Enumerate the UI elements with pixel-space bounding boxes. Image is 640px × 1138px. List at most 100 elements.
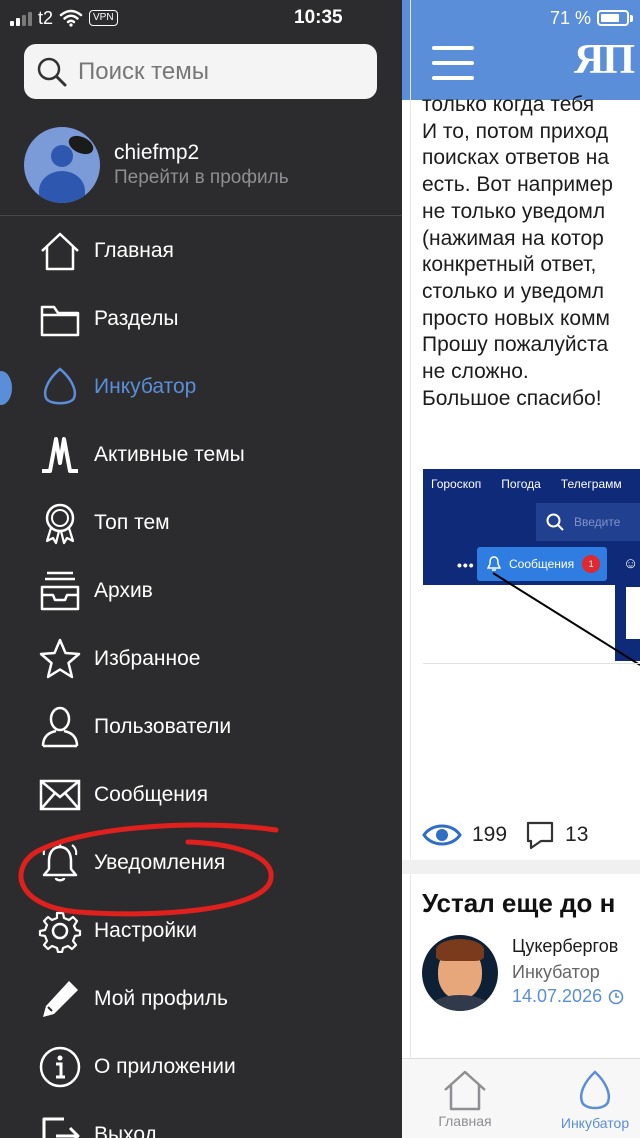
menu-item-label: Уведомления <box>94 851 226 874</box>
topic-search-field[interactable] <box>24 44 377 99</box>
post-stats: 199 13 <box>422 820 606 850</box>
post-line: Большое спасибо! <box>422 386 602 410</box>
comments-count[interactable]: 13 <box>565 823 588 847</box>
tab-incubator[interactable]: Инкубатор <box>540 1059 640 1138</box>
eye-icon <box>422 824 462 846</box>
award-icon <box>36 499 84 547</box>
post-body: только когда тебя И то, потом приход пои… <box>422 92 640 412</box>
status-bar-right: 71 % <box>550 4 634 32</box>
card-category: Инкубатор <box>512 962 600 982</box>
star-icon <box>36 635 84 683</box>
menu-item-label: Пользователи <box>94 715 232 738</box>
card-date-text: 14.07.2026 <box>512 986 603 1006</box>
embedded-screenshot[interactable]: Гороскоп Погода Телеграмм Введите ••• Со… <box>423 469 640 667</box>
egg-icon <box>36 363 84 411</box>
tab-home[interactable]: Главная <box>420 1059 510 1138</box>
home-icon <box>36 227 84 275</box>
post-line: есть. Вот например <box>422 173 613 197</box>
menu-item-label: Мой профиль <box>94 987 228 1010</box>
menu-item-label: Главная <box>94 239 174 262</box>
drawer-menu: Главная Разделы Инкубатор Активные темы <box>0 217 402 1138</box>
search-input[interactable] <box>78 57 358 86</box>
post-line: поисках ответов на <box>422 146 610 170</box>
carrier-label: t2 <box>38 7 54 28</box>
menu-item-my-profile[interactable]: Мой профиль <box>0 965 402 1033</box>
active-indicator <box>0 371 12 405</box>
menu-item-incubator[interactable]: Инкубатор <box>0 353 402 421</box>
clock-icon <box>608 989 624 1004</box>
arrow-annotation <box>492 572 640 666</box>
menu-item-active-topics[interactable]: Активные темы <box>0 421 402 489</box>
wifi-icon <box>59 9 83 27</box>
post-line: не сложно. <box>422 360 529 384</box>
tab-label: Инкубатор <box>560 1115 630 1131</box>
menu-item-messages[interactable]: Сообщения <box>0 761 402 829</box>
menu-item-logout[interactable]: Выход <box>0 1101 402 1138</box>
gear-icon <box>36 907 84 955</box>
profile-link[interactable]: Перейти в профиль <box>114 166 289 190</box>
comment-icon[interactable] <box>525 820 555 850</box>
archive-icon <box>36 567 84 615</box>
post-line: не только уведомл <box>422 199 606 223</box>
menu-item-home[interactable]: Главная <box>0 217 402 285</box>
post-line: просто новых комм <box>422 306 610 330</box>
author-avatar[interactable] <box>422 935 498 1011</box>
card-title[interactable]: Устал еще до н <box>422 888 615 919</box>
menu-item-users[interactable]: Пользователи <box>0 693 402 761</box>
app-top-bar: 71 % ЯП <box>402 0 640 100</box>
author-name[interactable]: Цукербергов <box>512 936 618 957</box>
post-line: (нажимая на котор <box>422 226 604 250</box>
menu-item-top-topics[interactable]: Топ тем <box>0 489 402 557</box>
menu-item-notifications[interactable]: Уведомления <box>0 829 402 897</box>
profile-header[interactable]: chiefmp2 Перейти в профиль <box>24 127 384 203</box>
info-icon <box>36 1043 84 1091</box>
menu-item-label: Настройки <box>94 919 197 942</box>
envelope-icon <box>36 771 84 819</box>
menu-item-label: Выход <box>94 1123 157 1138</box>
menu-item-about[interactable]: О приложении <box>0 1033 402 1101</box>
app-logo: ЯП <box>574 37 635 83</box>
menu-item-label: Разделы <box>94 307 179 330</box>
home-icon <box>444 1070 486 1111</box>
activity-icon <box>36 431 84 479</box>
avatar[interactable] <box>24 127 100 203</box>
menu-item-settings[interactable]: Настройки <box>0 897 402 965</box>
battery-icon <box>597 10 630 26</box>
menu-item-sections[interactable]: Разделы <box>0 285 402 353</box>
bottom-tab-bar: Главная Инкубатор <box>402 1058 640 1138</box>
menu-item-label: Активные темы <box>94 443 245 466</box>
menu-item-label: О приложении <box>94 1055 236 1078</box>
battery-percent: 71 % <box>550 7 592 28</box>
tab-label: Главная <box>438 1113 492 1129</box>
views-count: 199 <box>472 823 508 846</box>
card-date: 14.07.2026 <box>512 986 624 1007</box>
status-bar-left: t2 VPN <box>10 4 118 32</box>
post-line: столько и уведомл <box>422 279 605 303</box>
search-icon <box>37 57 67 86</box>
card-separator <box>402 860 640 874</box>
menu-icon[interactable] <box>432 46 474 80</box>
post-line: И то, потом приход <box>422 119 609 143</box>
user-icon <box>36 703 84 751</box>
menu-item-label: Топ тем <box>94 511 170 534</box>
pencil-icon <box>36 975 84 1023</box>
drawer-divider <box>0 215 402 216</box>
folder-icon <box>36 295 84 343</box>
post-line: только когда тебя <box>422 93 595 116</box>
navigation-drawer: t2 VPN 10:35 chiefmp2 Перейти в профиль <box>0 0 402 1138</box>
menu-item-label: Архив <box>94 579 153 602</box>
menu-item-label: Сообщения <box>94 783 208 806</box>
status-time: 10:35 <box>294 7 343 28</box>
menu-item-label: Инкубатор <box>94 375 197 398</box>
menu-item-label: Избранное <box>94 647 201 670</box>
egg-icon <box>579 1070 611 1110</box>
menu-item-archive[interactable]: Архив <box>0 557 402 625</box>
menu-item-favorites[interactable]: Избранное <box>0 625 402 693</box>
bell-icon <box>36 839 84 887</box>
cellular-signal-icon <box>10 10 32 26</box>
post-line: Прошу пожалуйста <box>422 333 609 357</box>
profile-name: chiefmp2 <box>114 141 200 164</box>
post-line: конкретный ответ, <box>422 253 597 277</box>
exit-icon <box>36 1111 84 1138</box>
app-content-pane: 71 % ЯП только когда тебя И то, потом пр… <box>402 0 640 1138</box>
